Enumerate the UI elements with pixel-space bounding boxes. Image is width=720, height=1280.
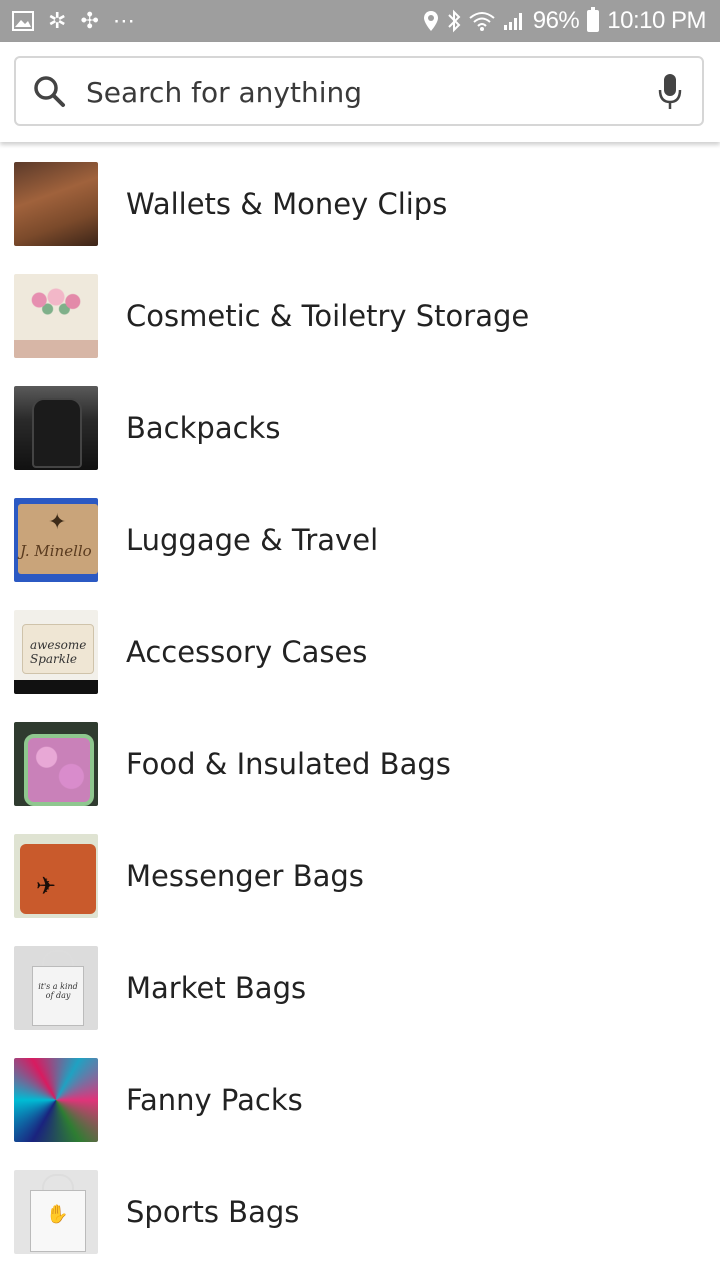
location-icon xyxy=(423,11,438,31)
backpack-thumbnail xyxy=(14,386,98,470)
list-item-label: Backpacks xyxy=(126,411,281,445)
list-item-label: Sports Bags xyxy=(126,1195,300,1229)
list-item-label: Cosmetic & Toiletry Storage xyxy=(126,299,530,333)
accessory-case-thumbnail: awesome Sparkle xyxy=(14,610,98,694)
search-header xyxy=(0,42,720,142)
bird-icon: ✈ xyxy=(36,872,57,900)
luggage-tag-thumbnail: ✦ J. Minello xyxy=(14,498,98,582)
list-item-market-bags[interactable]: it's a kind of day Market Bags xyxy=(0,934,720,1046)
list-item-sports-bags[interactable]: ✋ Sports Bags xyxy=(0,1158,720,1270)
microphone-icon[interactable] xyxy=(656,72,684,112)
logo-icon: ✋ xyxy=(46,1204,69,1225)
list-item-backpacks[interactable]: Backpacks xyxy=(0,374,720,486)
list-item-accessory-cases[interactable]: awesome Sparkle Accessory Cases xyxy=(0,598,720,710)
sports-bag-thumbnail: ✋ xyxy=(14,1170,98,1254)
image-icon xyxy=(12,11,34,31)
cosmetic-bag-thumbnail xyxy=(14,274,98,358)
list-item-label: Fanny Packs xyxy=(126,1083,303,1117)
more-icon: ⋯ xyxy=(112,8,135,33)
signal-icon xyxy=(503,13,522,30)
list-item-wallets-money-clips[interactable]: Wallets & Money Clips xyxy=(0,150,720,262)
lunch-bag-shape xyxy=(24,734,94,806)
battery-icon xyxy=(587,7,600,32)
battery-percent: 96% xyxy=(532,7,580,34)
list-item-label: Messenger Bags xyxy=(126,859,364,893)
list-item-label: Accessory Cases xyxy=(126,635,368,669)
pouch-text: awesome Sparkle xyxy=(30,638,87,666)
list-item-fanny-packs[interactable]: Fanny Packs xyxy=(0,1046,720,1158)
messenger-bag-thumbnail: ✈ xyxy=(14,834,98,918)
thumbnail-base xyxy=(14,680,98,694)
list-item-luggage-travel[interactable]: ✦ J. Minello Luggage & Travel xyxy=(0,486,720,598)
messenger-bag-shape xyxy=(20,844,96,914)
wifi-icon xyxy=(469,12,495,31)
list-item-label: Luggage & Travel xyxy=(126,523,379,557)
search-icon[interactable] xyxy=(32,74,66,108)
luggage-tag-text: J. Minello xyxy=(20,542,92,560)
list-item-cosmetic-toiletry-storage[interactable]: Cosmetic & Toiletry Storage xyxy=(0,262,720,374)
list-item-messenger-bags[interactable]: ✈ Messenger Bags xyxy=(0,822,720,934)
search-bar[interactable] xyxy=(14,56,704,126)
lunch-bag-thumbnail xyxy=(14,722,98,806)
floral-print xyxy=(28,288,84,318)
list-item-food-insulated-bags[interactable]: Food & Insulated Bags xyxy=(0,710,720,822)
tote-text: it's a kind of day xyxy=(38,982,78,1000)
search-input[interactable] xyxy=(86,70,626,114)
status-bar-system: 96% 10:10 PM xyxy=(423,6,706,36)
bluetooth-icon xyxy=(448,9,461,33)
fanny-pack-thumbnail xyxy=(14,1058,98,1142)
backpack-shape xyxy=(32,398,82,468)
thumbnail-base xyxy=(14,340,98,358)
list-item-label: Wallets & Money Clips xyxy=(126,187,448,221)
category-list: Wallets & Money Clips Cosmetic & Toiletr… xyxy=(0,150,720,1270)
compass-icon: ✦ xyxy=(48,510,67,535)
pinwheel-icon: ✲ xyxy=(48,8,67,33)
bluetooth-share-icon: ✣ xyxy=(80,8,99,33)
list-item-label: Food & Insulated Bags xyxy=(126,747,451,781)
market-bag-thumbnail: it's a kind of day xyxy=(14,946,98,1030)
clock: 10:10 PM xyxy=(607,7,706,34)
list-item-label: Market Bags xyxy=(126,971,307,1005)
wallet-thumbnail xyxy=(14,162,98,246)
status-bar: ✲ ✣ ⋯ 96% 10:10 PM xyxy=(0,0,720,42)
status-bar-notifications: ✲ ✣ ⋯ xyxy=(12,8,135,34)
